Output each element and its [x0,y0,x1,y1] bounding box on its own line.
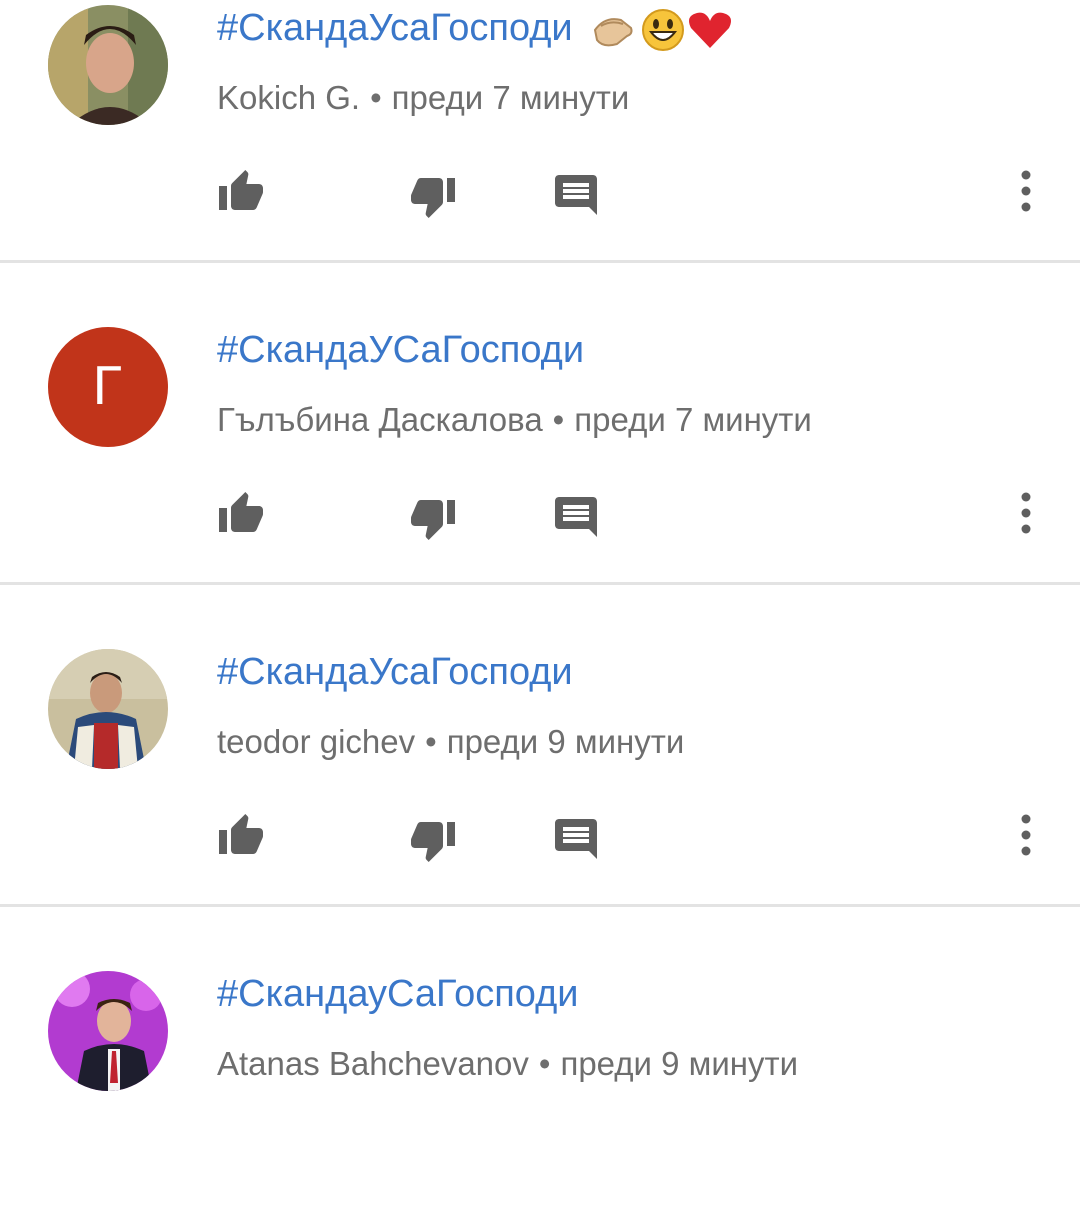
avatar-letter: Г [92,357,124,417]
comment-hashtag[interactable]: #СкандаУсаГосподи [217,651,573,693]
more-vertical-icon [1021,814,1031,856]
comment-time: преди 9 минути [560,1045,799,1082]
avatar[interactable]: Г [48,327,168,447]
thumb-down-icon [411,500,455,540]
meta-separator: • [425,723,437,760]
like-button[interactable] [217,812,265,856]
comment-text: #СкандауСаГосподи [217,971,578,1017]
comment-icon [555,175,597,215]
comment-hashtag[interactable]: #СкандауСаГосподи [217,973,578,1015]
thumb-down-icon [411,822,455,862]
author-name[interactable]: teodor gichev [217,723,415,760]
comment-hashtag[interactable]: #СкандаУсаГосподи [217,7,573,49]
meta-separator: • [552,401,565,438]
comment-item: #СкандаУсаГосподи teodor gichev • преди 9 … [0,587,1080,907]
avatar[interactable] [48,649,168,769]
dislike-button[interactable] [409,176,457,220]
more-options-button[interactable] [1014,491,1038,535]
author-name[interactable]: Гълъбина Даскалова [217,401,543,438]
reply-button[interactable] [555,819,599,863]
comment-text: #СкандаУсаГосподи [217,5,733,52]
thumb-up-icon [219,492,263,532]
thumb-up-icon [219,170,263,210]
like-button[interactable] [217,168,265,212]
author-name[interactable]: Atanas Bahchevanov [217,1045,529,1082]
grinning-face-icon [641,8,685,52]
comment-hashtag[interactable]: #СкандаУСаГосподи [217,329,584,371]
thumb-up-icon [219,814,263,854]
thumb-down-icon [411,178,455,218]
comment-text: #СкандаУсаГосподи [217,649,573,695]
more-vertical-icon [1021,492,1031,534]
comment-time: преди 9 минути [446,723,685,760]
more-options-button[interactable] [1014,813,1038,857]
comment-time: преди 7 минути [574,401,812,438]
like-button[interactable] [217,490,265,534]
comment-meta: Atanas Bahchevanov • преди 9 минути [217,1042,798,1086]
reply-button[interactable] [555,175,599,219]
reply-button[interactable] [555,497,599,541]
comment-icon [555,819,597,859]
avatar[interactable] [48,971,168,1091]
meta-separator: • [370,79,382,116]
comment-meta: teodor gichev • преди 9 минути [217,720,684,764]
meta-separator: • [538,1045,551,1082]
author-name[interactable]: Kokich G. [217,79,360,116]
comment-meta: Гълъбина Даскалова • преди 7 минути [217,398,812,442]
red-heart-icon [687,10,733,50]
dislike-button[interactable] [409,498,457,542]
comment-icon [555,497,597,537]
comment-item: #СкандауСаГосподи Atanas Bahchevanov • пре… [0,909,1080,1229]
dislike-button[interactable] [409,820,457,864]
clapping-hands-icon [591,10,637,50]
more-options-button[interactable] [1014,169,1038,213]
avatar[interactable] [48,5,168,125]
comment-meta: Kokich G. • преди 7 минути [217,76,629,120]
comment-item: #СкандаУсаГосподи Kokich G. • преди 7 мину… [0,0,1080,263]
more-vertical-icon [1021,170,1031,212]
comment-item: Г #СкандаУСаГосподи Гълъбина Даскалова • п… [0,265,1080,585]
comment-time: преди 7 минути [391,79,630,116]
comment-text: #СкандаУСаГосподи [217,327,584,373]
